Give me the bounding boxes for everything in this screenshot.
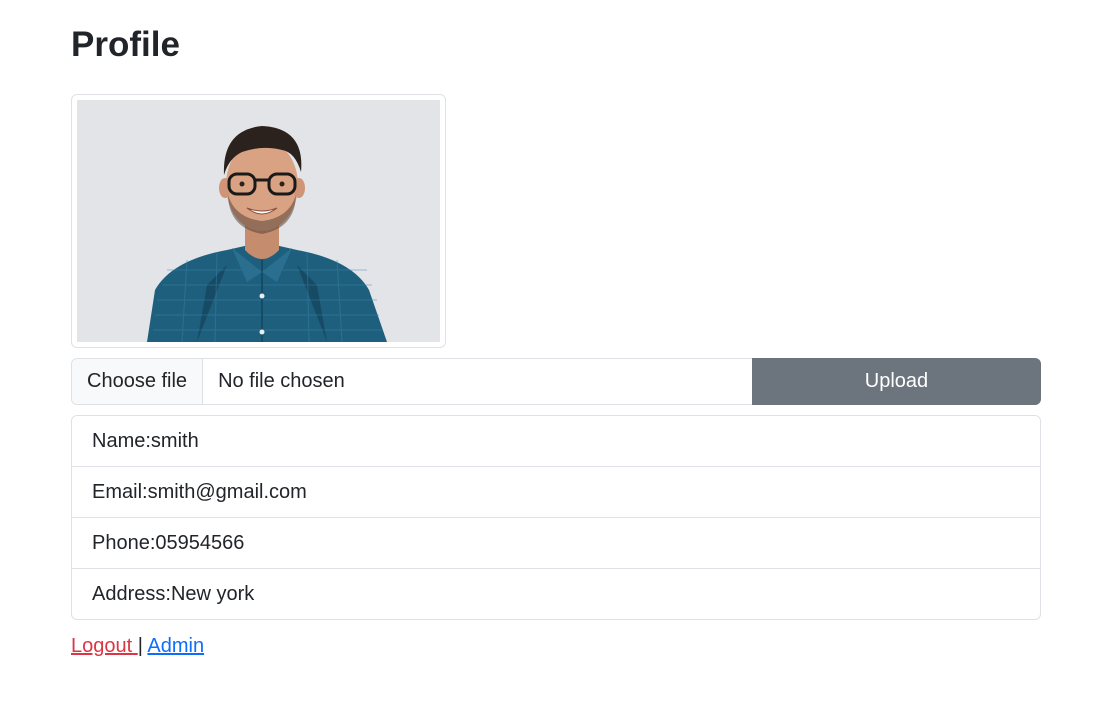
page-title: Profile	[71, 25, 180, 64]
footer-links: Logout | Admin	[71, 633, 204, 659]
info-value: 05954566	[155, 532, 245, 554]
info-value: New york	[170, 583, 255, 605]
info-item-phone: Phone:05954566	[72, 517, 1040, 568]
info-item-email: Email:smith@gmail.com	[72, 466, 1040, 517]
info-item-name: Name:smith	[92, 430, 199, 452]
file-input[interactable]: Choose file No file chosen	[71, 358, 752, 405]
info-value: smith	[150, 430, 199, 452]
info-label: Address	[92, 583, 166, 605]
info-label: Phone	[92, 532, 150, 554]
file-status-text: No file chosen	[218, 370, 345, 392]
admin-link[interactable]: Admin	[147, 635, 204, 657]
info-value: smith@gmail.com	[147, 481, 307, 503]
logout-link[interactable]: Logout	[71, 635, 138, 657]
info-label: Email	[92, 481, 143, 503]
profile-photo	[77, 100, 440, 342]
link-separator: |	[137, 635, 143, 657]
profile-photo-frame	[71, 94, 446, 348]
upload-form: Choose file No file chosen Upload	[71, 358, 1041, 405]
info-item-address: Address:New york	[72, 568, 1040, 619]
info-label: Name	[92, 430, 146, 452]
choose-file-button[interactable]: Choose file	[72, 359, 204, 404]
profile-info-list: Name:smith Email:smith@gmail.com Phone:0…	[71, 415, 1041, 620]
upload-button[interactable]: Upload	[752, 358, 1041, 405]
